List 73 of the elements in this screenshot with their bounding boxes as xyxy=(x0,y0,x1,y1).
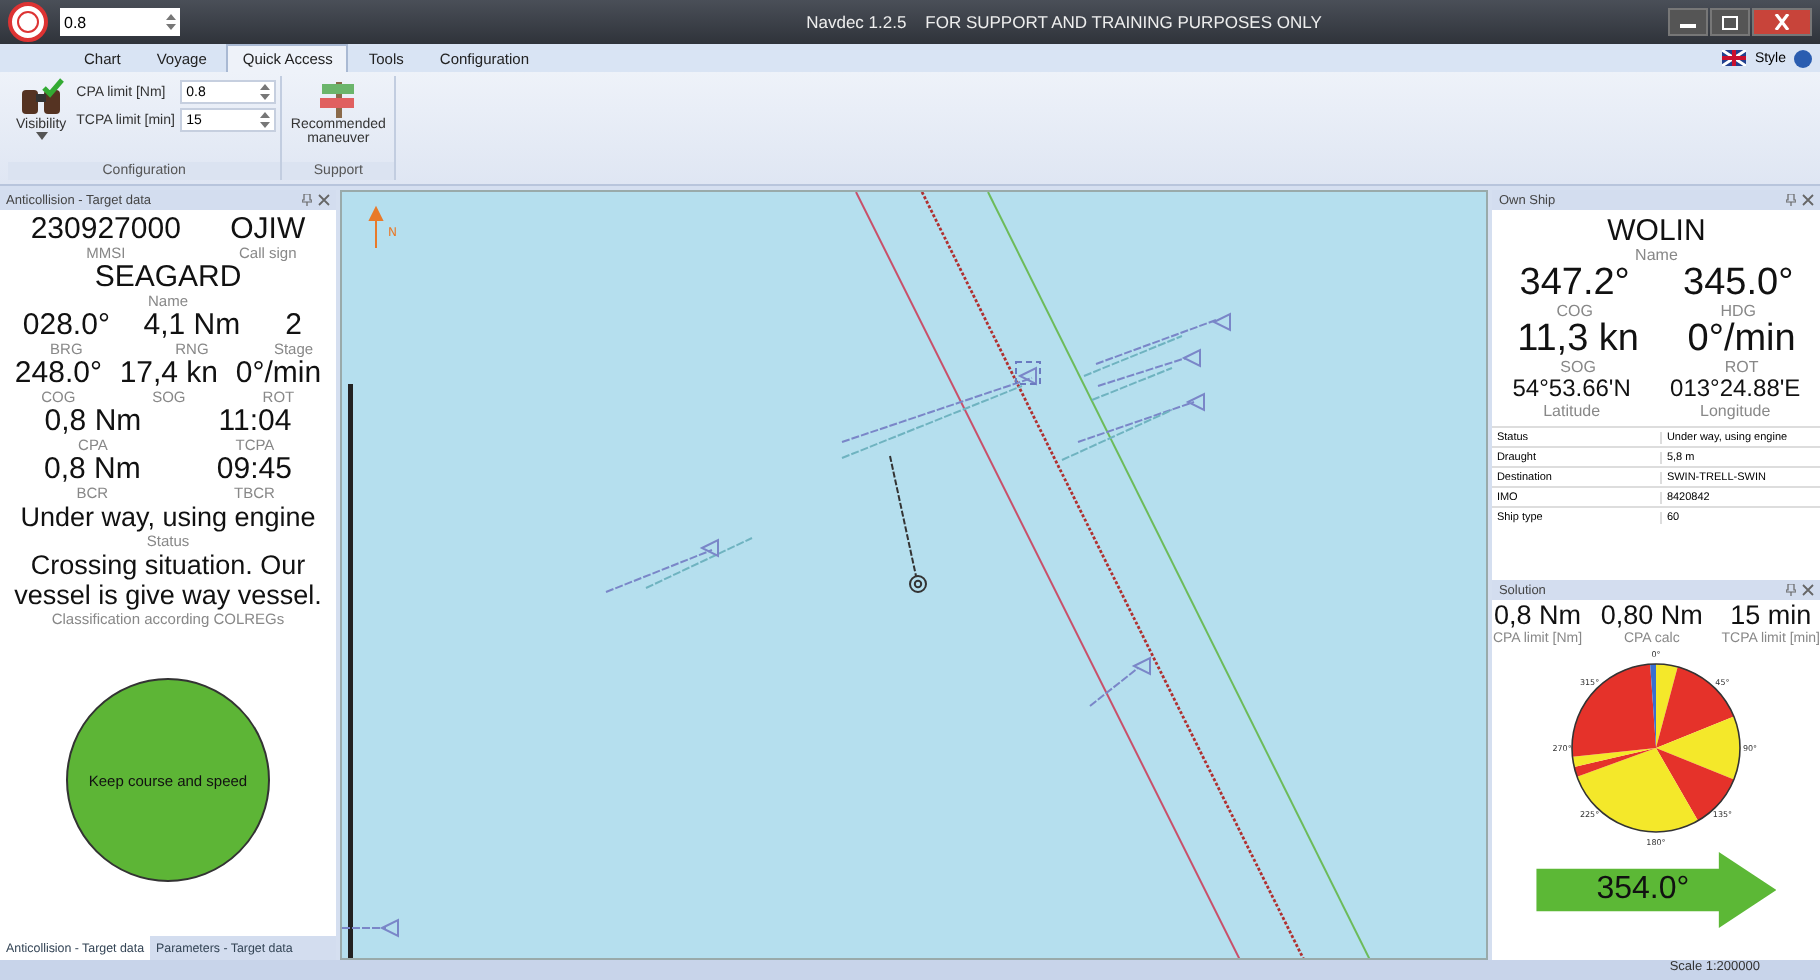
minimize-button[interactable] xyxy=(1668,8,1708,36)
data-value: 345.0° xyxy=(1683,264,1794,302)
status-value: Under way, using engine xyxy=(20,502,316,532)
vessel-icon[interactable] xyxy=(699,538,719,558)
classification-text: Crossing situation. Our vessel is give way vessel. xyxy=(12,550,324,610)
vessel-icon[interactable] xyxy=(1131,656,1151,676)
data-value: 0°/min xyxy=(1687,320,1796,358)
vessel-track[interactable] xyxy=(1083,335,1183,377)
spinner-icon[interactable] xyxy=(166,14,176,30)
data-label: HDG xyxy=(1720,302,1756,320)
vessel-track[interactable] xyxy=(605,549,713,593)
data-value: 54°53.66'N xyxy=(1512,376,1631,402)
data-label: ROT xyxy=(1724,358,1759,376)
data-label: Name xyxy=(1635,246,1678,264)
north-arrow-icon xyxy=(369,207,384,249)
own-ship-track xyxy=(889,455,917,577)
vessel-track[interactable] xyxy=(841,377,1033,443)
own-ship-icon[interactable] xyxy=(909,575,927,593)
close-icon[interactable] xyxy=(318,194,330,206)
caret-icon xyxy=(35,132,48,140)
data-label: Latitude xyxy=(1543,402,1601,420)
maximize-icon xyxy=(1720,14,1740,30)
window-title: Navdec 1.2.5 FOR SUPPORT AND TRAINING PURPOSES ONLY xyxy=(804,12,1324,32)
data-value: 0,8 Nm xyxy=(44,454,141,484)
close-icon xyxy=(1772,14,1792,30)
data-value: 0°/min xyxy=(235,358,322,388)
vessel-track[interactable] xyxy=(841,385,1023,459)
spinner-icon[interactable] xyxy=(260,84,271,100)
vessel-track[interactable] xyxy=(1091,367,1173,401)
pin-icon[interactable] xyxy=(302,194,312,206)
data-label: SOG xyxy=(1560,358,1596,376)
data-value: 4,1 Nm xyxy=(143,310,241,340)
data-value: 11,3 kn xyxy=(1517,320,1639,358)
data-label: Longitude xyxy=(1700,402,1771,420)
data-value: 248.0° xyxy=(14,358,102,388)
data-value: OJIW xyxy=(230,214,306,244)
maximize-button[interactable] xyxy=(1710,8,1750,36)
data-label: COG xyxy=(1556,302,1593,320)
data-value: 0,8 Nm xyxy=(44,406,142,436)
vessel-track[interactable] xyxy=(645,537,753,589)
vessel-track[interactable] xyxy=(1095,319,1217,365)
data-value: 09:45 xyxy=(216,454,292,484)
data-value: WOLIN xyxy=(1607,216,1706,246)
vessel-icon[interactable] xyxy=(379,918,399,938)
vessel-track[interactable] xyxy=(1077,401,1195,443)
data-value: 028.0° xyxy=(22,310,110,340)
data-value: 0,80 Nm xyxy=(1600,600,1703,630)
spinner-icon[interactable] xyxy=(260,112,271,128)
help-icon[interactable] xyxy=(1794,49,1812,67)
data-value: 013°24.88'E xyxy=(1670,376,1801,402)
target-selection-icon[interactable] xyxy=(1015,361,1041,385)
data-value: 230927000 xyxy=(30,214,181,244)
app-logo-icon[interactable] xyxy=(8,2,48,42)
data-value: 15 min xyxy=(1730,600,1812,630)
vessel-icon[interactable] xyxy=(1017,366,1037,386)
quick-input-field[interactable]: 0.8 xyxy=(60,8,180,36)
pin-icon[interactable] xyxy=(1786,194,1796,206)
vessel-track[interactable] xyxy=(1061,409,1173,461)
close-icon[interactable] xyxy=(1802,194,1814,206)
data-value: 2 xyxy=(285,310,302,340)
close-button[interactable] xyxy=(1752,8,1812,36)
binoculars-icon xyxy=(19,78,64,118)
pin-icon[interactable] xyxy=(1786,584,1796,596)
close-icon[interactable] xyxy=(1802,584,1814,596)
vessel-track[interactable] xyxy=(1097,357,1187,387)
vessel-track[interactable] xyxy=(1089,667,1139,707)
flag-icon[interactable] xyxy=(1722,50,1747,66)
data-value: 17,4 kn xyxy=(119,358,219,388)
data-value: SEAGARD xyxy=(94,262,242,292)
data-value: 347.2° xyxy=(1519,264,1630,302)
data-value: 0,8 Nm xyxy=(1493,600,1581,630)
data-value: 11:04 xyxy=(218,406,292,436)
vessel-icon[interactable] xyxy=(1185,392,1205,412)
